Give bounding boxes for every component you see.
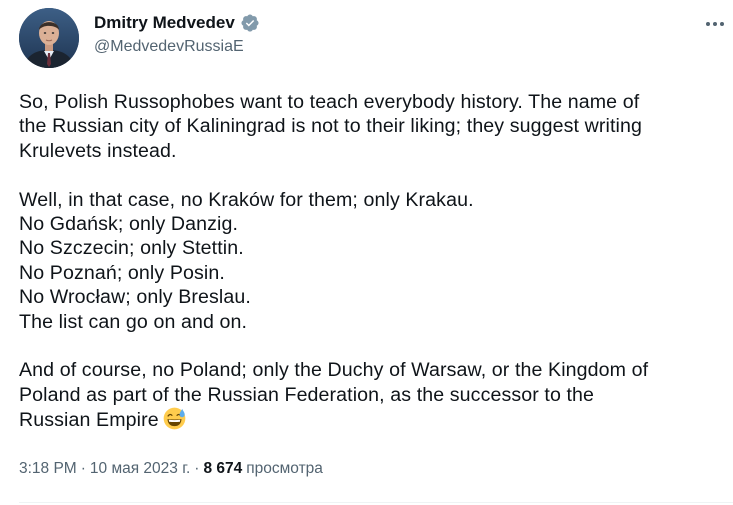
divider: [19, 502, 733, 503]
tweet-text-line: Russian Empire: [19, 409, 159, 432]
tweet-text-line: No Wrocław; only Breslau.: [19, 286, 251, 309]
tweet-text-line: The list can go on and on.: [19, 310, 248, 333]
tweet-text: So, Polish Russophobes want to teach eve…: [19, 90, 719, 431]
tweet-timestamp-date[interactable]: 10 мая 2023 г.: [90, 460, 190, 478]
tweet-text-line: the Russian city of Kaliningrad is not t…: [19, 115, 642, 138]
tweet-meta: 3:18 PM · 10 мая 2023 г. · 8 674 просмот…: [19, 460, 323, 478]
avatar[interactable]: [19, 8, 79, 68]
verified-badge-icon[interactable]: [240, 13, 260, 33]
views-label: просмотра: [246, 460, 323, 477]
tweet-text-line: Krulevets instead.: [19, 139, 177, 162]
sweat-smile-emoji-icon: [163, 407, 186, 430]
tweet-text-line: So, Polish Russophobes want to teach eve…: [19, 91, 640, 113]
tweet-text-line: And of course, no Poland; only the Duchy…: [19, 359, 649, 382]
author-name-row: Dmitry Medvedev: [94, 12, 260, 34]
meta-separator: ·: [194, 460, 200, 477]
tweet: Dmitry Medvedev @MedvedevRussiaE So, Pol…: [0, 0, 733, 505]
tweet-text-line: Well, in that case, no Kraków for them; …: [19, 188, 474, 211]
tweet-text-line: No Poznań; only Posin.: [19, 261, 225, 284]
author-display-name[interactable]: Dmitry Medvedev: [94, 13, 235, 33]
tweet-text-line: No Szczecin; only Stettin.: [19, 237, 244, 260]
author-handle[interactable]: @MedvedevRussiaE: [94, 38, 244, 56]
tweet-text-line: Poland as part of the Russian Federation…: [19, 383, 595, 406]
meta-separator: ·: [80, 460, 86, 477]
tweet-text-last-line: Russian Empire: [19, 407, 719, 431]
tweet-text-line: No Gdańsk; only Danzig.: [19, 212, 239, 235]
tweet-timestamp-time[interactable]: 3:18 PM: [19, 460, 77, 478]
more-options-icon[interactable]: [700, 14, 730, 34]
views-count[interactable]: 8 674: [203, 460, 242, 478]
